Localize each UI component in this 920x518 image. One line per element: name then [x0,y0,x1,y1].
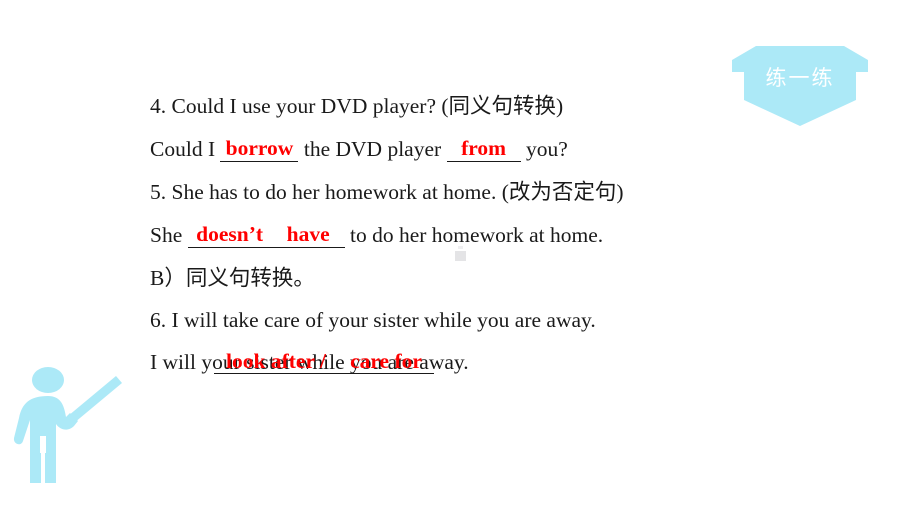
answer-4-mid: the DVD player [298,137,447,161]
answer-6-blank-2[interactable]: care for [338,350,434,374]
exercise-content: 4. Could I use your DVD player? (同义句转换) … [150,94,850,394]
teacher-figure-shape [13,367,122,483]
gray-artifact [455,251,466,261]
answer-6-pre: I will [150,350,202,375]
section-b-heading: B）同义句转换。 [150,266,315,291]
answer-4-blank-1[interactable]: borrow [220,137,299,162]
answer-5-pre: She [150,223,188,248]
answer-6-blank-1[interactable]: look after / [214,350,338,374]
exercise-4-prompt: 4. Could I use your DVD player? (同义句转换) [150,94,564,118]
practice-banner-label: 练一练 [765,66,835,90]
exercise-5-prompt: 5. She has to do her homework at home. (… [150,180,624,205]
exercise-6-answer: I will your sister while you are away. l… [150,350,850,375]
answer-5-blank-2[interactable]: have [271,223,345,248]
answer-4-post: you? [520,137,568,161]
exercise-6-prompt: 6. I will take care of your sister while… [150,308,596,333]
exercise-4-answer: Could I borrow the DVD player from you? [150,137,850,162]
slide-canvas: 练一练 4. Could I use your DVD player? (同义句… [0,0,920,518]
teacher-pointing-icon [12,358,130,486]
exercise-5-answer: She doesn’t have to do her homework at ho… [150,223,850,248]
answer-5-blank-1[interactable]: doesn’t [187,223,272,248]
gray-artifact-small [458,246,463,249]
answer-5-post: to do her homework at home. [344,223,604,248]
answer-4-pre: Could I [150,137,221,161]
answer-4-blank-2[interactable]: from [446,137,521,162]
answer-6-overlay[interactable]: look after / care for [214,350,434,374]
